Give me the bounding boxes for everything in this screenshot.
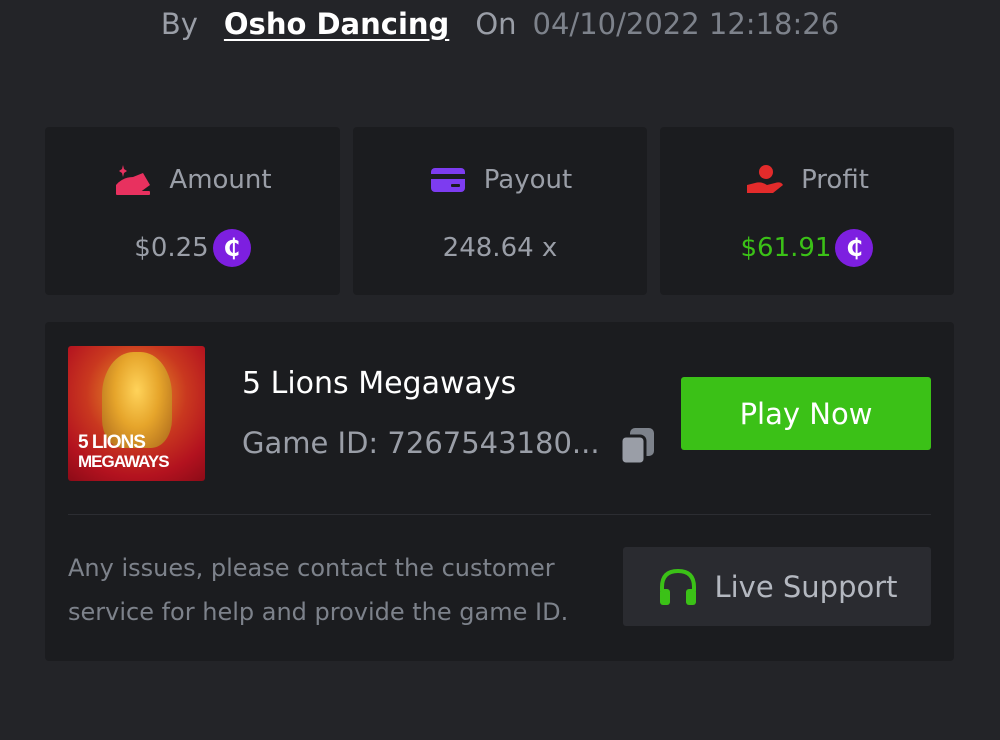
amount-label: Amount <box>169 165 272 195</box>
game-card: 5 LIONS MEGAWAYS 5 Lions Megaways Game I… <box>45 322 954 661</box>
game-title: 5 Lions Megaways <box>242 366 517 401</box>
divider <box>68 514 931 515</box>
live-support-button[interactable]: Live Support <box>623 547 931 626</box>
amount-value: $0.25 <box>134 233 209 263</box>
thumb-title-line1: 5 LIONS <box>78 432 146 453</box>
username-link[interactable]: Osho Dancing <box>224 7 449 41</box>
profit-hand-icon <box>745 163 785 197</box>
coin-icon: ₵ <box>835 229 874 267</box>
headphones-icon <box>656 565 700 609</box>
profit-card: Profit $61.91 ₵ <box>660 127 954 295</box>
bet-datetime: 04/10/2022 12:18:26 <box>532 7 840 41</box>
support-message: Any issues, please contact the customer … <box>68 554 569 626</box>
amount-icon <box>113 163 153 197</box>
payout-card-icon <box>428 163 468 197</box>
coin-icon: ₵ <box>212 229 251 267</box>
payout-card: Payout 248.64 x <box>353 127 647 295</box>
payout-value: 248.64 x <box>442 233 558 263</box>
payout-label: Payout <box>483 165 573 195</box>
game-id: Game ID: 7267543180... <box>242 426 600 460</box>
copy-icon[interactable] <box>619 426 657 466</box>
on-label: On <box>475 7 517 41</box>
profit-value: $61.91 <box>740 233 832 263</box>
profit-label: Profit <box>801 165 869 195</box>
amount-card: Amount $0.25 ₵ <box>45 127 340 295</box>
bet-byline: By Osho Dancing On 04/10/2022 12:18:26 <box>0 2 1000 46</box>
live-support-label: Live Support <box>714 569 898 604</box>
thumb-title-line2: MEGAWAYS <box>78 452 170 471</box>
play-now-button[interactable]: Play Now <box>681 377 931 450</box>
by-label: By <box>160 7 198 41</box>
game-thumbnail[interactable]: 5 LIONS MEGAWAYS <box>68 346 205 481</box>
